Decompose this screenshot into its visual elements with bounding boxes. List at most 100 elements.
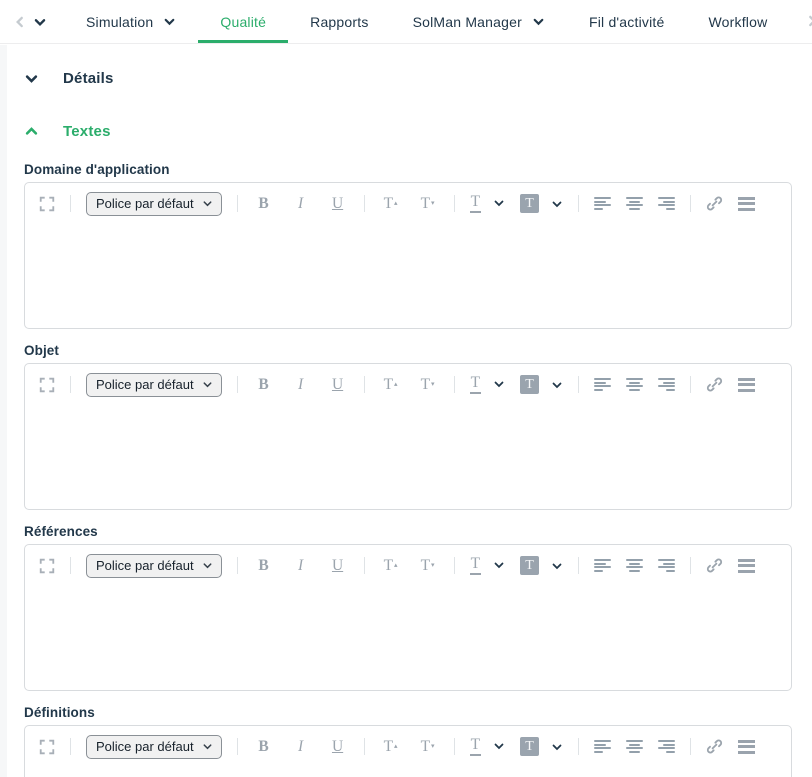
tab-simulation[interactable]: Simulation xyxy=(64,0,198,43)
subscript-button[interactable]: T▾ xyxy=(417,739,439,755)
insert-link-button[interactable] xyxy=(706,738,723,755)
toolbar-separator xyxy=(578,557,579,574)
font-family-select[interactable]: Police par défaut xyxy=(86,373,222,397)
font-family-select[interactable]: Police par défaut xyxy=(86,192,222,216)
menu-button[interactable] xyxy=(738,378,755,392)
textes-fields: Domaine d'application Police par défaut … xyxy=(24,162,792,777)
underline-button[interactable]: U xyxy=(327,558,349,574)
align-center-icon xyxy=(626,378,643,391)
editor-content-area[interactable] xyxy=(25,583,791,688)
scroll-left-icon[interactable] xyxy=(10,8,30,36)
superscript-button[interactable]: T▴ xyxy=(380,558,402,574)
chevron-down-icon[interactable] xyxy=(493,378,505,390)
superscript-button[interactable]: T▴ xyxy=(380,377,402,393)
underline-button[interactable]: U xyxy=(327,739,349,755)
field-label: Objet xyxy=(24,343,792,358)
tab-fil-activite[interactable]: Fil d'activité xyxy=(567,0,687,43)
align-left-button[interactable] xyxy=(594,197,611,210)
toolbar-separator xyxy=(454,738,455,755)
align-center-button[interactable] xyxy=(626,197,643,210)
bold-button[interactable]: B xyxy=(253,558,275,574)
insert-link-button[interactable] xyxy=(706,557,723,574)
tab-qualite[interactable]: Qualité xyxy=(198,0,288,43)
subscript-button[interactable]: T▾ xyxy=(417,377,439,393)
fullscreen-icon[interactable] xyxy=(39,558,55,574)
font-family-select[interactable]: Police par défaut xyxy=(86,735,222,759)
chevron-down-icon[interactable] xyxy=(551,198,563,210)
editor-content-area[interactable] xyxy=(25,221,791,326)
italic-button[interactable]: I xyxy=(290,558,312,574)
scroll-right-icon[interactable] xyxy=(805,14,812,28)
field-domaine-application: Domaine d'application Police par défaut … xyxy=(24,162,792,329)
align-center-button[interactable] xyxy=(626,740,643,753)
align-right-button[interactable] xyxy=(658,378,675,391)
highlight-color-button[interactable]: T xyxy=(520,737,539,756)
section-textes[interactable]: Textes xyxy=(24,123,792,140)
chevron-down-icon[interactable] xyxy=(551,379,563,391)
superscript-button[interactable]: T▴ xyxy=(380,739,402,755)
menu-button[interactable] xyxy=(738,559,755,573)
link-icon xyxy=(706,195,723,212)
insert-link-button[interactable] xyxy=(706,376,723,393)
chevron-down-icon[interactable] xyxy=(551,741,563,753)
align-center-icon xyxy=(626,197,643,210)
underline-button[interactable]: U xyxy=(327,377,349,393)
highlight-color-button[interactable]: T xyxy=(520,375,539,394)
align-left-icon xyxy=(594,740,611,753)
text-color-button[interactable]: T xyxy=(470,737,481,755)
align-right-button[interactable] xyxy=(658,559,675,572)
menu-button[interactable] xyxy=(738,740,755,754)
toolbar-separator xyxy=(690,557,691,574)
underline-button[interactable]: U xyxy=(327,196,349,212)
toolbar-separator xyxy=(364,738,365,755)
superscript-button[interactable]: T▴ xyxy=(380,196,402,212)
tab-rapports[interactable]: Rapports xyxy=(288,0,390,43)
text-color-icon: T xyxy=(470,556,481,574)
align-right-button[interactable] xyxy=(658,197,675,210)
editor-content-area[interactable] xyxy=(25,402,791,507)
editor-content-area[interactable] xyxy=(25,764,791,777)
align-center-button[interactable] xyxy=(626,378,643,391)
bold-button[interactable]: B xyxy=(253,377,275,393)
text-color-icon: T xyxy=(470,375,481,393)
font-family-select[interactable]: Police par défaut xyxy=(86,554,222,578)
chevron-down-icon xyxy=(202,741,213,752)
section-details[interactable]: Détails xyxy=(24,70,792,87)
toolbar-separator xyxy=(578,376,579,393)
text-color-button[interactable]: T xyxy=(470,556,481,574)
chevron-down-icon[interactable] xyxy=(493,559,505,571)
chevron-down-icon xyxy=(532,15,545,28)
text-color-button[interactable]: T xyxy=(470,375,481,393)
highlight-color-button[interactable]: T xyxy=(520,556,539,575)
bold-button[interactable]: B xyxy=(253,196,275,212)
highlight-color-button[interactable]: T xyxy=(520,194,539,213)
fullscreen-icon[interactable] xyxy=(39,196,55,212)
menu-button[interactable] xyxy=(738,197,755,211)
italic-button[interactable]: I xyxy=(290,739,312,755)
toolbar-separator xyxy=(364,195,365,212)
toolbar-separator xyxy=(690,738,691,755)
tab-solman-manager[interactable]: SolMan Manager xyxy=(391,0,567,43)
field-references: Références Police par défaut B I U T▴ T▾… xyxy=(24,524,792,691)
subscript-button[interactable]: T▾ xyxy=(417,558,439,574)
fullscreen-icon[interactable] xyxy=(39,739,55,755)
insert-link-button[interactable] xyxy=(706,195,723,212)
align-left-button[interactable] xyxy=(594,740,611,753)
italic-button[interactable]: I xyxy=(290,196,312,212)
fullscreen-icon[interactable] xyxy=(39,377,55,393)
chevron-down-icon[interactable] xyxy=(551,560,563,572)
italic-button[interactable]: I xyxy=(290,377,312,393)
align-left-button[interactable] xyxy=(594,378,611,391)
align-center-button[interactable] xyxy=(626,559,643,572)
subscript-button[interactable]: T▾ xyxy=(417,196,439,212)
highlight-color-icon: T xyxy=(520,556,539,575)
nav-dropdown-icon[interactable] xyxy=(30,8,50,36)
tab-workflow[interactable]: Workflow xyxy=(686,0,789,43)
text-color-button[interactable]: T xyxy=(470,194,481,212)
bold-button[interactable]: B xyxy=(253,739,275,755)
align-left-button[interactable] xyxy=(594,559,611,572)
chevron-down-icon[interactable] xyxy=(493,197,505,209)
chevron-down-icon[interactable] xyxy=(493,740,505,752)
align-right-button[interactable] xyxy=(658,740,675,753)
toolbar-separator xyxy=(578,195,579,212)
